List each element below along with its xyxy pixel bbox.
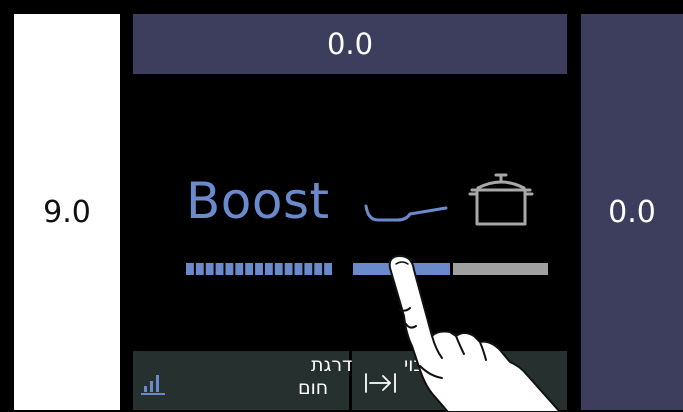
left-zone-value: 9.0	[43, 194, 91, 230]
top-zone-panel[interactable]: 0.0	[133, 14, 567, 74]
boost-level-segment	[304, 263, 313, 275]
boost-level-segment	[294, 263, 303, 275]
boost-level-segment	[235, 263, 244, 275]
heat-level-label-line1: דרגת	[311, 354, 353, 376]
boost-level-segment	[195, 263, 204, 275]
boost-level-segment	[314, 263, 323, 275]
pot-icon[interactable]	[468, 172, 534, 228]
left-zone-panel[interactable]: 9.0	[14, 14, 120, 410]
boost-level-segment	[186, 263, 194, 275]
boost-level-segment	[284, 263, 293, 275]
boost-level-segment	[215, 263, 224, 275]
right-zone-value: 0.0	[608, 194, 656, 230]
boost-level-segment	[264, 263, 273, 275]
top-zone-value: 0.0	[326, 27, 374, 61]
boost-label[interactable]: Boost	[186, 172, 330, 230]
boost-level-segment	[225, 263, 234, 275]
pointing-hand-icon	[388, 255, 561, 412]
boost-level-bar	[186, 263, 332, 275]
heat-level-label-line2: חום	[298, 377, 329, 399]
bar-levels-icon	[141, 375, 165, 395]
boost-level-segment	[274, 263, 283, 275]
boost-level-segment	[205, 263, 214, 275]
right-zone-panel[interactable]: 0.0	[581, 14, 683, 410]
heat-level-button[interactable]: דרגת חום	[133, 351, 353, 410]
boost-level-segment	[255, 263, 263, 275]
pan-icon[interactable]	[364, 196, 450, 224]
boost-level-segment	[245, 263, 254, 275]
boost-level-segment	[324, 263, 332, 275]
